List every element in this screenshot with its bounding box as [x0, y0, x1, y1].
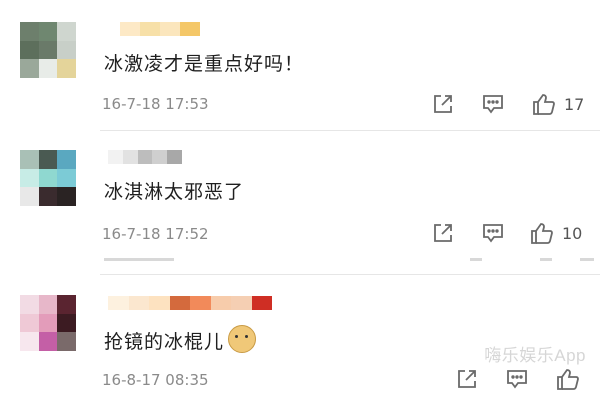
comment-icon [483, 224, 503, 243]
share-icon [434, 95, 452, 113]
thumbs-up-icon [531, 223, 553, 244]
share-icon [434, 224, 452, 242]
reply-button[interactable] [482, 222, 504, 244]
comment-text-content: 抢镜的冰棍儿 [104, 331, 225, 353]
comment-icon [483, 95, 503, 114]
divider [100, 130, 600, 131]
like-button[interactable]: 10 [530, 221, 582, 245]
avatar[interactable] [20, 150, 76, 206]
divider [100, 274, 600, 275]
thumbs-up-icon [557, 369, 579, 390]
share-icon [458, 370, 476, 388]
username[interactable] [108, 296, 272, 310]
comment-text: 冰激凌才是重点好吗！ [104, 53, 305, 75]
comment-time: 16-8-17 08:35 [102, 371, 209, 389]
comment-time: 16-7-18 17:53 [102, 95, 209, 113]
reply-button[interactable] [506, 368, 528, 390]
avatar[interactable] [20, 295, 76, 351]
comment-text: 抢镜的冰棍儿 [104, 325, 257, 354]
share-button[interactable] [432, 222, 454, 244]
thumbs-up-icon [533, 94, 555, 115]
username[interactable] [100, 22, 200, 36]
watermark: 嗨乐娱乐App [484, 346, 586, 365]
avatar[interactable] [20, 22, 76, 78]
like-count: 17 [564, 94, 585, 114]
reply-button[interactable] [482, 93, 504, 115]
username[interactable] [108, 150, 182, 164]
share-button[interactable] [432, 93, 454, 115]
comment-text: 冰淇淋太邪恶了 [104, 181, 245, 203]
comment-time: 16-7-18 17:52 [102, 225, 209, 243]
like-button[interactable] [556, 367, 580, 391]
like-button[interactable]: 17 [532, 92, 584, 116]
comment-icon [507, 370, 527, 389]
clipped-row-fragment [100, 255, 600, 263]
like-count: 10 [562, 223, 583, 243]
doge-emoji-icon [228, 325, 257, 353]
share-button[interactable] [456, 368, 478, 390]
